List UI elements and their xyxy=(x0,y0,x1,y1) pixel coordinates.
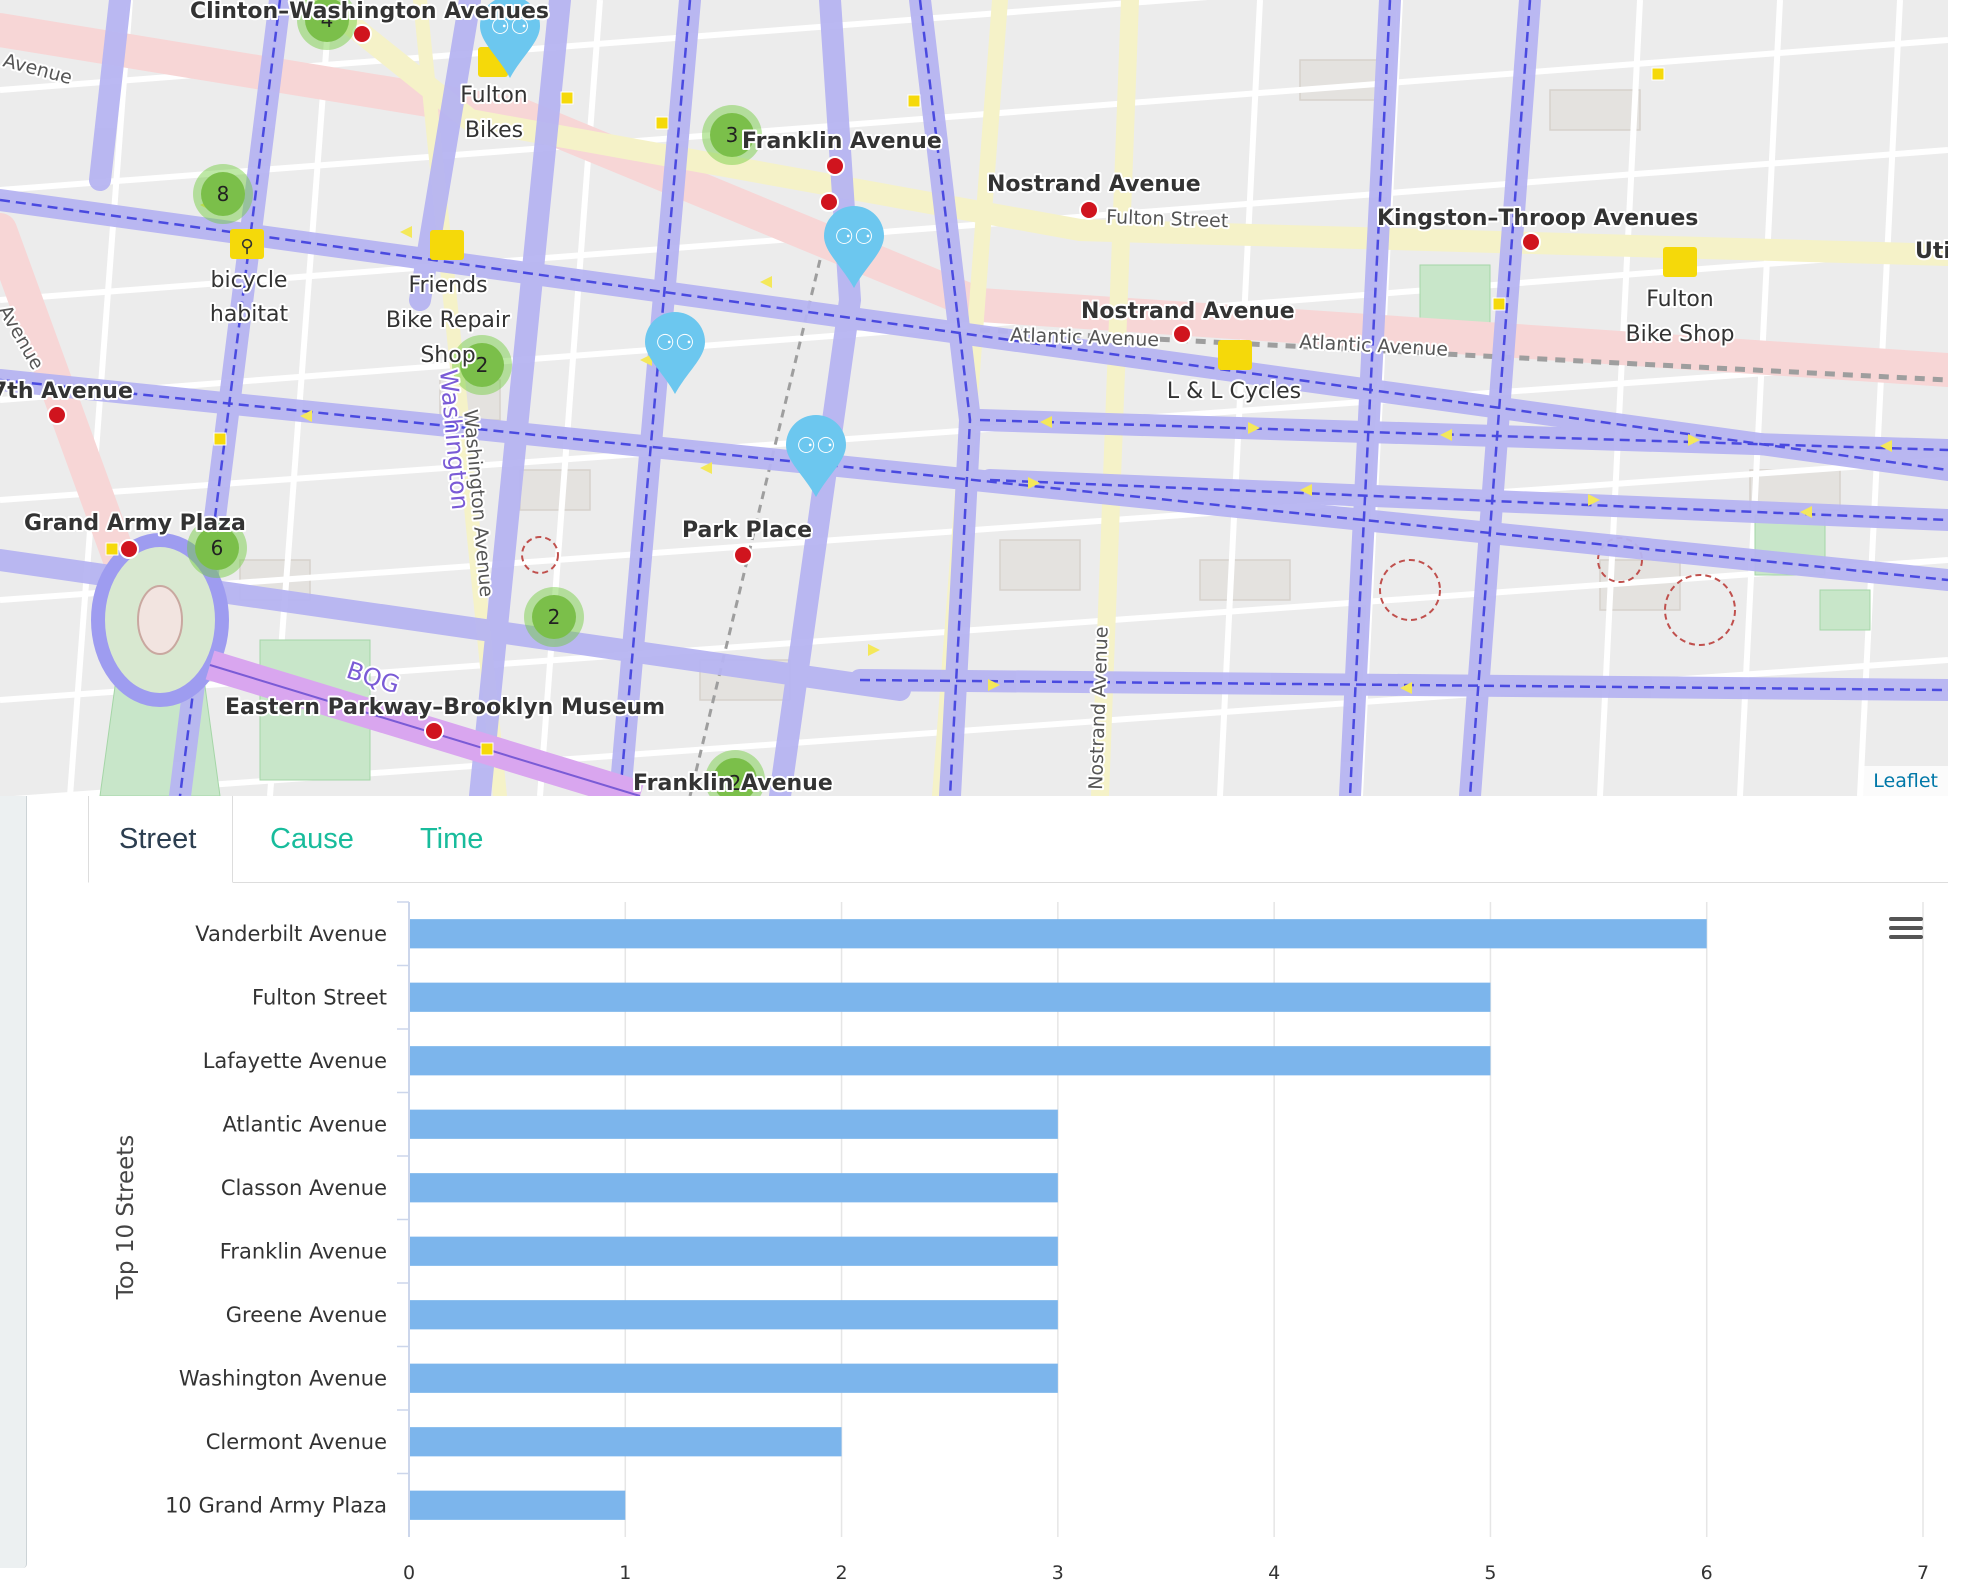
chart-menu-icon[interactable] xyxy=(1888,911,1924,947)
x-tick-label: 3 xyxy=(1052,1562,1064,1584)
map-tiles: ⚲ 4 3 8 2 6 2 2 ⚆⚆ ⚆⚆ ⚆⚆ ⚆⚆ Clinton–Wash… xyxy=(0,0,1948,796)
bike-shop-icon: ⚲ xyxy=(240,236,253,257)
svg-text:bicycle: bicycle xyxy=(211,268,288,293)
svg-text:L & L Cycles: L & L Cycles xyxy=(1167,379,1301,404)
cluster-marker[interactable]: 2 xyxy=(524,587,584,647)
svg-text:2: 2 xyxy=(548,605,561,629)
svg-text:Eastern Parkway–Brooklyn Museu: Eastern Parkway–Brooklyn Museum xyxy=(225,695,665,720)
bar[interactable] xyxy=(410,1109,1058,1139)
svg-text:Shop: Shop xyxy=(420,343,475,368)
svg-text:⚆⚆: ⚆⚆ xyxy=(834,225,873,250)
cluster-marker[interactable]: 8 xyxy=(193,164,253,224)
svg-text:Franklin Avenue: Franklin Avenue xyxy=(633,771,833,796)
x-tick-label: 2 xyxy=(836,1562,848,1584)
svg-text:Fulton: Fulton xyxy=(460,83,528,108)
x-tick-label: 7 xyxy=(1917,1562,1929,1584)
bar[interactable] xyxy=(410,1046,1491,1076)
svg-text:⚆⚆: ⚆⚆ xyxy=(655,331,694,356)
tab-street[interactable]: Street xyxy=(88,796,233,883)
bar[interactable] xyxy=(410,1300,1058,1330)
svg-text:Bikes: Bikes xyxy=(465,118,523,143)
svg-text:Nostrand Avenue: Nostrand Avenue xyxy=(987,172,1201,197)
svg-text:Franklin Avenue: Franklin Avenue xyxy=(742,129,942,154)
street-bar-chart: Top 10 Streets Vanderbilt Avenue Fulton S… xyxy=(88,882,1948,1588)
y-axis-title: Top 10 Streets xyxy=(113,1135,139,1301)
category-label: Classon Avenue xyxy=(221,1176,387,1200)
category-label: Atlantic Avenue xyxy=(222,1112,387,1136)
svg-text:Fulton: Fulton xyxy=(1646,287,1714,312)
category-label: Franklin Avenue xyxy=(220,1239,387,1263)
bar[interactable] xyxy=(410,1490,626,1520)
svg-text:Friends: Friends xyxy=(408,273,487,298)
svg-text:8: 8 xyxy=(217,182,230,206)
tab-cause[interactable]: Cause xyxy=(240,796,384,882)
tab-bar: Street Cause Time xyxy=(88,796,1948,883)
x-tick-label: 0 xyxy=(403,1562,415,1584)
bar[interactable] xyxy=(410,1427,842,1457)
x-tick-label: 4 xyxy=(1268,1562,1280,1584)
svg-text:7th Avenue: 7th Avenue xyxy=(0,379,133,404)
category-label: Fulton Street xyxy=(252,985,387,1009)
category-label: 10 Grand Army Plaza xyxy=(165,1493,387,1517)
map-view[interactable]: ⚲ 4 3 8 2 6 2 2 ⚆⚆ ⚆⚆ ⚆⚆ ⚆⚆ Clinton–Wash… xyxy=(0,0,1948,796)
svg-text:Kingston–Throop Avenues: Kingston–Throop Avenues xyxy=(1377,206,1698,231)
x-tick-label: 5 xyxy=(1484,1562,1496,1584)
svg-text:3: 3 xyxy=(726,123,739,147)
leaflet-attribution-link[interactable]: Leaflet xyxy=(1863,766,1948,796)
bar[interactable] xyxy=(410,1363,1058,1393)
svg-text:Bike Repair: Bike Repair xyxy=(386,308,511,333)
bar[interactable] xyxy=(410,1236,1058,1266)
svg-text:Grand Army Plaza: Grand Army Plaza xyxy=(24,511,246,536)
tab-time[interactable]: Time xyxy=(390,796,513,882)
svg-text:⚆⚆: ⚆⚆ xyxy=(796,434,835,459)
svg-text:Fulton Street: Fulton Street xyxy=(1106,206,1229,232)
category-label: Vanderbilt Avenue xyxy=(195,922,387,946)
svg-text:Park Place: Park Place xyxy=(682,518,812,543)
x-tick-label: 6 xyxy=(1701,1562,1713,1584)
svg-text:habitat: habitat xyxy=(210,302,289,327)
bar[interactable] xyxy=(410,919,1707,949)
svg-text:Nostrand Avenue: Nostrand Avenue xyxy=(1081,299,1295,324)
category-label: Washington Avenue xyxy=(179,1366,387,1390)
svg-text:Bike Shop: Bike Shop xyxy=(1625,322,1734,347)
svg-text:Clinton–Washington Avenues: Clinton–Washington Avenues xyxy=(190,0,549,24)
x-tick-label: 1 xyxy=(619,1562,631,1584)
category-label: Greene Avenue xyxy=(226,1303,387,1327)
bar[interactable] xyxy=(410,1173,1058,1203)
svg-text:6: 6 xyxy=(211,536,224,560)
svg-text:2: 2 xyxy=(476,353,489,377)
sidebar-edge xyxy=(0,796,27,1568)
bar[interactable] xyxy=(410,982,1491,1012)
svg-text:Uti: Uti xyxy=(1915,239,1948,264)
category-label: Clermont Avenue xyxy=(206,1430,387,1454)
category-label: Lafayette Avenue xyxy=(203,1049,387,1073)
